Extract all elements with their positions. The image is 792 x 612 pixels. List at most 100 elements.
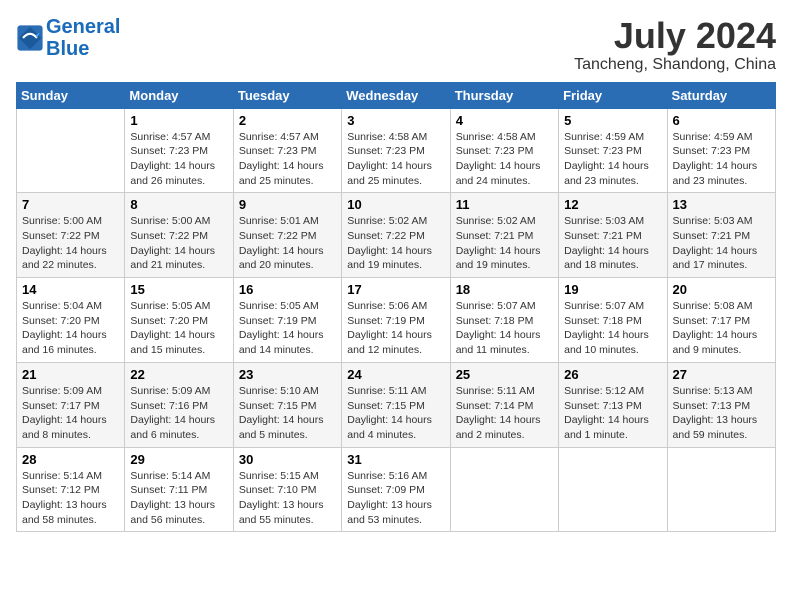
calendar-cell (559, 447, 667, 532)
day-number: 11 (456, 197, 553, 212)
calendar-table: SundayMondayTuesdayWednesdayThursdayFrid… (16, 82, 776, 533)
month-title: July 2024 (574, 16, 776, 56)
day-info: Sunrise: 5:15 AMSunset: 7:10 PMDaylight:… (239, 469, 336, 528)
calendar-cell: 30 Sunrise: 5:15 AMSunset: 7:10 PMDayligh… (233, 447, 341, 532)
location-title: Tancheng, Shandong, China (574, 56, 776, 74)
day-info: Sunrise: 5:07 AMSunset: 7:18 PMDaylight:… (456, 299, 553, 358)
col-header-monday: Monday (125, 82, 233, 108)
day-info: Sunrise: 5:02 AMSunset: 7:21 PMDaylight:… (456, 214, 553, 273)
calendar-cell: 23 Sunrise: 5:10 AMSunset: 7:15 PMDayligh… (233, 362, 341, 447)
day-info: Sunrise: 4:58 AMSunset: 7:23 PMDaylight:… (456, 130, 553, 189)
header-row: SundayMondayTuesdayWednesdayThursdayFrid… (17, 82, 776, 108)
day-number: 1 (130, 113, 227, 128)
week-row-2: 7 Sunrise: 5:00 AMSunset: 7:22 PMDaylight… (17, 193, 776, 278)
calendar-cell: 18 Sunrise: 5:07 AMSunset: 7:18 PMDayligh… (450, 278, 558, 363)
day-info: Sunrise: 4:58 AMSunset: 7:23 PMDaylight:… (347, 130, 444, 189)
calendar-cell (17, 108, 125, 193)
col-header-saturday: Saturday (667, 82, 775, 108)
week-row-4: 21Sunrise: 5:09 AMSunset: 7:17 PMDayligh… (17, 362, 776, 447)
day-number: 31 (347, 452, 444, 467)
col-header-friday: Friday (559, 82, 667, 108)
day-info: Sunrise: 5:03 AMSunset: 7:21 PMDaylight:… (673, 214, 770, 273)
calendar-cell: 4 Sunrise: 4:58 AMSunset: 7:23 PMDaylight… (450, 108, 558, 193)
day-info: Sunrise: 5:12 AMSunset: 7:13 PMDaylight:… (564, 384, 661, 443)
day-number: 18 (456, 282, 553, 297)
day-number: 29 (130, 452, 227, 467)
day-number: 3 (347, 113, 444, 128)
day-info: Sunrise: 4:59 AMSunset: 7:23 PMDaylight:… (564, 130, 661, 189)
day-number: 28 (22, 452, 119, 467)
day-info: Sunrise: 5:14 AMSunset: 7:12 PMDaylight:… (22, 469, 119, 528)
calendar-cell: 9Sunrise: 5:01 AMSunset: 7:22 PMDaylight… (233, 193, 341, 278)
day-number: 25 (456, 367, 553, 382)
calendar-cell: 27Sunrise: 5:13 AMSunset: 7:13 PMDayligh… (667, 362, 775, 447)
day-info: Sunrise: 5:05 AMSunset: 7:19 PMDaylight:… (239, 299, 336, 358)
day-number: 13 (673, 197, 770, 212)
day-info: Sunrise: 5:02 AMSunset: 7:22 PMDaylight:… (347, 214, 444, 273)
day-number: 2 (239, 113, 336, 128)
calendar-cell: 10 Sunrise: 5:02 AMSunset: 7:22 PMDayligh… (342, 193, 450, 278)
calendar-cell: 6Sunrise: 4:59 AMSunset: 7:23 PMDaylight… (667, 108, 775, 193)
day-number: 10 (347, 197, 444, 212)
calendar-cell: 7Sunrise: 5:00 AMSunset: 7:22 PMDaylight… (17, 193, 125, 278)
col-header-thursday: Thursday (450, 82, 558, 108)
calendar-cell: 21Sunrise: 5:09 AMSunset: 7:17 PMDayligh… (17, 362, 125, 447)
calendar-cell: 12Sunrise: 5:03 AMSunset: 7:21 PMDayligh… (559, 193, 667, 278)
day-info: Sunrise: 5:06 AMSunset: 7:19 PMDaylight:… (347, 299, 444, 358)
calendar-cell: 20 Sunrise: 5:08 AMSunset: 7:17 PMDayligh… (667, 278, 775, 363)
calendar-cell: 25 Sunrise: 5:11 AMSunset: 7:14 PMDayligh… (450, 362, 558, 447)
calendar-cell: 28 Sunrise: 5:14 AMSunset: 7:12 PMDayligh… (17, 447, 125, 532)
logo-line1: General (46, 16, 120, 38)
day-number: 17 (347, 282, 444, 297)
day-number: 20 (673, 282, 770, 297)
week-row-5: 28 Sunrise: 5:14 AMSunset: 7:12 PMDayligh… (17, 447, 776, 532)
week-row-3: 14 Sunrise: 5:04 AMSunset: 7:20 PMDayligh… (17, 278, 776, 363)
day-info: Sunrise: 5:11 AMSunset: 7:14 PMDaylight:… (456, 384, 553, 443)
day-number: 5 (564, 113, 661, 128)
day-info: Sunrise: 5:00 AMSunset: 7:22 PMDaylight:… (130, 214, 227, 273)
calendar-cell: 2 Sunrise: 4:57 AMSunset: 7:23 PMDaylight… (233, 108, 341, 193)
calendar-cell: 1 Sunrise: 4:57 AMSunset: 7:23 PMDaylight… (125, 108, 233, 193)
day-info: Sunrise: 5:05 AMSunset: 7:20 PMDaylight:… (130, 299, 227, 358)
calendar-cell: 31Sunrise: 5:16 AMSunset: 7:09 PMDayligh… (342, 447, 450, 532)
day-number: 22 (130, 367, 227, 382)
day-number: 7 (22, 197, 119, 212)
day-info: Sunrise: 5:14 AMSunset: 7:11 PMDaylight:… (130, 469, 227, 528)
day-number: 14 (22, 282, 119, 297)
day-number: 8 (130, 197, 227, 212)
calendar-cell: 24 Sunrise: 5:11 AMSunset: 7:15 PMDayligh… (342, 362, 450, 447)
calendar-cell (667, 447, 775, 532)
logo-icon (16, 24, 44, 52)
day-number: 15 (130, 282, 227, 297)
day-number: 6 (673, 113, 770, 128)
day-number: 21 (22, 367, 119, 382)
day-info: Sunrise: 4:57 AMSunset: 7:23 PMDaylight:… (239, 130, 336, 189)
day-info: Sunrise: 5:10 AMSunset: 7:15 PMDaylight:… (239, 384, 336, 443)
day-number: 27 (673, 367, 770, 382)
day-info: Sunrise: 5:08 AMSunset: 7:17 PMDaylight:… (673, 299, 770, 358)
calendar-cell: 26 Sunrise: 5:12 AMSunset: 7:13 PMDayligh… (559, 362, 667, 447)
logo-text: General Blue (46, 16, 120, 60)
day-number: 4 (456, 113, 553, 128)
calendar-cell: 19Sunrise: 5:07 AMSunset: 7:18 PMDayligh… (559, 278, 667, 363)
day-number: 12 (564, 197, 661, 212)
day-number: 9 (239, 197, 336, 212)
calendar-cell: 13 Sunrise: 5:03 AMSunset: 7:21 PMDayligh… (667, 193, 775, 278)
calendar-cell: 17 Sunrise: 5:06 AMSunset: 7:19 PMDayligh… (342, 278, 450, 363)
day-number: 23 (239, 367, 336, 382)
day-number: 24 (347, 367, 444, 382)
col-header-tuesday: Tuesday (233, 82, 341, 108)
day-info: Sunrise: 5:11 AMSunset: 7:15 PMDaylight:… (347, 384, 444, 443)
page-header: General Blue July 2024 Tancheng, Shandon… (16, 16, 776, 74)
calendar-cell: 22 Sunrise: 5:09 AMSunset: 7:16 PMDayligh… (125, 362, 233, 447)
calendar-cell: 14 Sunrise: 5:04 AMSunset: 7:20 PMDayligh… (17, 278, 125, 363)
day-info: Sunrise: 5:07 AMSunset: 7:18 PMDaylight:… (564, 299, 661, 358)
col-header-wednesday: Wednesday (342, 82, 450, 108)
calendar-cell: 3 Sunrise: 4:58 AMSunset: 7:23 PMDaylight… (342, 108, 450, 193)
day-number: 26 (564, 367, 661, 382)
calendar-cell: 15 Sunrise: 5:05 AMSunset: 7:20 PMDayligh… (125, 278, 233, 363)
day-info: Sunrise: 5:04 AMSunset: 7:20 PMDaylight:… (22, 299, 119, 358)
day-info: Sunrise: 5:09 AMSunset: 7:16 PMDaylight:… (130, 384, 227, 443)
day-info: Sunrise: 4:57 AMSunset: 7:23 PMDaylight:… (130, 130, 227, 189)
day-number: 30 (239, 452, 336, 467)
